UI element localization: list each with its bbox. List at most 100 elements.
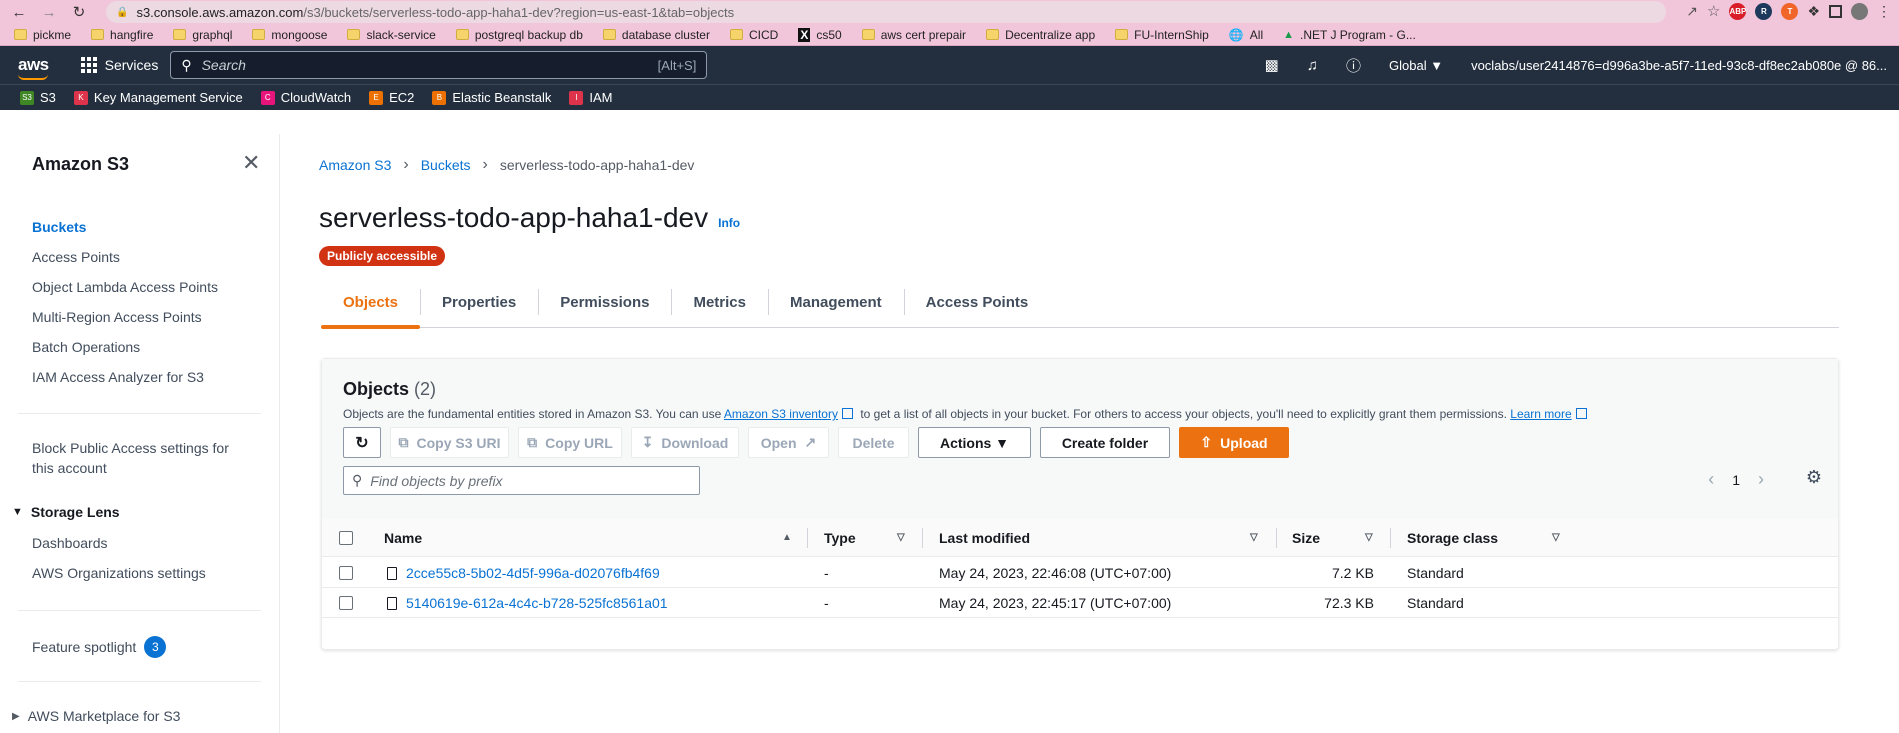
extension-area: ↗ ☆ ABP R T ❖ ⋮ [1686,2,1891,20]
upload-button[interactable]: ⇧ Upload [1179,427,1289,458]
column-name[interactable]: Name [384,530,422,546]
bookmark-pickme[interactable]: pickme [14,28,71,42]
bookmark-graphql[interactable]: graphql [173,28,232,42]
adblock-icon[interactable]: ABP [1729,2,1747,20]
sidebar-item-feature-spotlight[interactable]: Feature spotlight 3 [32,636,167,658]
next-page-icon[interactable]: › [1758,469,1764,490]
favorite-iam[interactable]: I IAM [569,90,613,105]
column-type[interactable]: Type [824,530,856,546]
sort-icon[interactable]: ▽ [1250,532,1258,543]
prev-page-icon[interactable]: ‹ [1708,469,1714,490]
page-number[interactable]: 1 [1732,472,1740,488]
learn-more-link[interactable]: Learn more [1510,407,1571,421]
sidebar-item-dashboards[interactable]: Dashboards [32,535,108,551]
sidebar-item-iam-analyzer[interactable]: IAM Access Analyzer for S3 [32,369,204,385]
sidebar-item-object-lambda[interactable]: Object Lambda Access Points [32,279,218,295]
bookmark-aws-cert[interactable]: aws cert prepair [861,28,966,42]
profile-avatar[interactable] [1851,2,1868,20]
bookmark-all[interactable]: 🌐 All [1229,28,1263,42]
sidebar-item-block-public[interactable]: Block Public Access settings for this acc… [32,440,229,480]
breadcrumb-amazon-s3[interactable]: Amazon S3 [319,157,391,173]
favorite-ec2[interactable]: E EC2 [369,90,414,105]
aws-logo[interactable]: aws [18,55,49,80]
create-folder-button[interactable]: Create folder [1040,427,1170,458]
bookmark-fu-internship[interactable]: FU-InternShip [1115,28,1209,42]
copy-icon: ⧉ [527,434,538,450]
column-size[interactable]: Size [1292,530,1320,546]
back-icon[interactable]: ← [8,1,30,23]
copy-s3-uri-button[interactable]: ⧉ Copy S3 URI [390,427,509,458]
sidebar-item-access-points[interactable]: Access Points [32,249,120,265]
account-menu[interactable]: voclabs/user2414876=d996a3be-a5f7-11ed-9… [1471,58,1887,73]
forward-icon[interactable]: → [38,1,60,23]
sort-icon[interactable]: ▽ [1365,532,1373,543]
open-button[interactable]: Open ↗ [748,427,829,458]
help-icon[interactable]: ⓘ [1346,55,1361,76]
puzzle-icon[interactable]: ❖ [1807,3,1820,20]
bookmark-cicd[interactable]: CICD [729,28,778,42]
sidebar-title[interactable]: Amazon S3 [32,154,129,175]
refresh-button[interactable]: ↻ [343,427,381,458]
search-input[interactable]: ⚲ Search [Alt+S] [170,51,708,79]
close-icon[interactable]: ✕ [242,150,260,176]
marketplace-section[interactable]: ▶ AWS Marketplace for S3 [12,708,180,724]
sidebar-item-multi-region[interactable]: Multi-Region Access Points [32,309,202,325]
reload-icon[interactable]: ↻ [68,1,90,23]
info-link[interactable]: Info [718,216,740,230]
react-devtools-icon[interactable]: R [1755,2,1773,20]
object-link[interactable]: 2cce55c8-5b02-4d5f-996a-d02076fb4f69 [406,565,660,581]
tab-permissions[interactable]: Permissions [538,276,671,328]
bell-icon[interactable]: ♫ [1307,57,1318,74]
menu-dots-icon[interactable]: ⋮ [1877,3,1891,20]
tab-management[interactable]: Management [767,276,904,328]
column-storage-class[interactable]: Storage class [1407,530,1498,546]
object-storage-class: Standard [1407,595,1464,611]
storage-lens-section[interactable]: ▼ Storage Lens [12,504,120,520]
sort-asc-icon[interactable]: ▲ [782,532,792,543]
address-bar[interactable]: 🔒 s3.console.aws.amazon.com/s3/buckets/s… [106,1,1666,23]
favorite-beanstalk[interactable]: B Elastic Beanstalk [432,90,551,105]
download-button[interactable]: ↧ Download [631,427,739,458]
sidebar-item-batch-operations[interactable]: Batch Operations [32,339,140,355]
sort-icon[interactable]: ▽ [897,532,905,543]
inventory-link[interactable]: Amazon S3 inventory [724,407,838,421]
bookmark-net-program[interactable]: ▲ .NET J Program - G... [1283,28,1416,42]
gear-icon[interactable]: ⚙ [1806,467,1822,488]
select-all-checkbox[interactable] [339,531,353,545]
find-objects-input[interactable]: ⚲ Find objects by prefix [343,466,700,495]
sidebar-item-buckets[interactable]: Buckets [32,219,86,235]
breadcrumb-buckets[interactable]: Buckets [421,157,471,173]
bookmark-slack-service[interactable]: slack-service [347,28,436,42]
cloudshell-icon[interactable]: ▩ [1265,56,1279,74]
favorite-cloudwatch[interactable]: C CloudWatch [260,90,351,105]
bookmark-mongoose[interactable]: mongoose [252,28,327,42]
divider [807,528,808,548]
row-checkbox[interactable] [339,566,353,580]
sort-icon[interactable]: ▽ [1552,532,1560,543]
copy-url-button[interactable]: ⧉ Copy URL [518,427,622,458]
tab-access-points[interactable]: Access Points [903,276,1051,328]
column-last-modified[interactable]: Last modified [939,530,1030,546]
bookmark-postgreql[interactable]: postgreql backup db [455,28,583,42]
tab-metrics[interactable]: Metrics [671,276,768,328]
object-link[interactable]: 5140619e-612a-4c4c-b728-525fc8561a01 [406,595,668,611]
bookmark-decentralize[interactable]: Decentralize app [986,28,1095,42]
bookmark-star-icon[interactable]: ☆ [1707,2,1720,20]
actions-dropdown[interactable]: Actions ▼ [918,427,1031,458]
folder-icon [91,29,105,40]
bookmark-hangfire[interactable]: hangfire [91,28,153,42]
extension-orange-icon[interactable]: T [1781,2,1799,20]
services-menu[interactable]: Services [80,57,158,73]
tab-objects[interactable]: Objects [321,276,421,329]
sidebar-item-org-settings[interactable]: AWS Organizations settings [32,565,206,581]
favorite-s3[interactable]: S3 S3 [20,90,56,105]
tab-properties[interactable]: Properties [420,276,538,328]
region-selector[interactable]: Global ▼ [1389,58,1443,73]
bookmark-database-cluster[interactable]: database cluster [602,28,710,42]
bookmark-cs50[interactable]: Xcs50 [798,27,842,42]
favorite-kms[interactable]: K Key Management Service [73,90,243,105]
sidepanel-icon[interactable] [1829,4,1842,18]
row-checkbox[interactable] [339,596,353,610]
delete-button[interactable]: Delete [838,427,909,458]
share-icon[interactable]: ↗ [1686,3,1698,20]
